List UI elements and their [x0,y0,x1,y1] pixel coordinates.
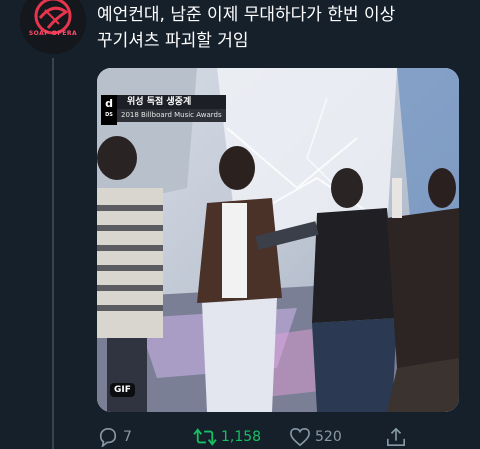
tweet-text: 예언컨대, 남준 이제 무대하다가 한번 이상 꾸기셔츠 파괴할 거임 [97,5,396,51]
retweet-button[interactable]: 1,158 [193,427,261,447]
retweet-icon [193,428,217,446]
reply-count: 7 [123,429,132,445]
gif-badge: GIF [110,383,135,397]
broadcast-logo: d DS [101,95,117,125]
tweet-actions: 7 1,158 520 [97,427,417,449]
reply-button[interactable]: 7 [97,427,132,447]
share-icon [387,427,405,446]
avatar-logo-icon [20,0,86,54]
avatar-caption: SOAP OPERA [28,30,78,37]
reply-icon [99,427,117,447]
broadcast-logo-sub: DS [105,112,113,118]
broadcast-tag: d DS 위성 독점 생중계 2018 Billboard Music Awar… [101,95,226,125]
event-label: 2018 Billboard Music Awards [117,109,226,122]
share-button[interactable] [385,427,411,447]
thread-line [52,58,54,449]
live-broadcast-label: 위성 독점 생중계 [117,95,226,109]
like-button[interactable]: 520 [289,427,342,447]
avatar[interactable]: SOAP OPERA [20,0,86,54]
tweet-media-gif[interactable]: d DS 위성 독점 생중계 2018 Billboard Music Awar… [97,68,459,412]
broadcast-logo-text: d [105,97,113,110]
like-count: 520 [315,429,342,445]
retweet-count: 1,158 [221,429,262,445]
heart-icon [290,427,310,447]
